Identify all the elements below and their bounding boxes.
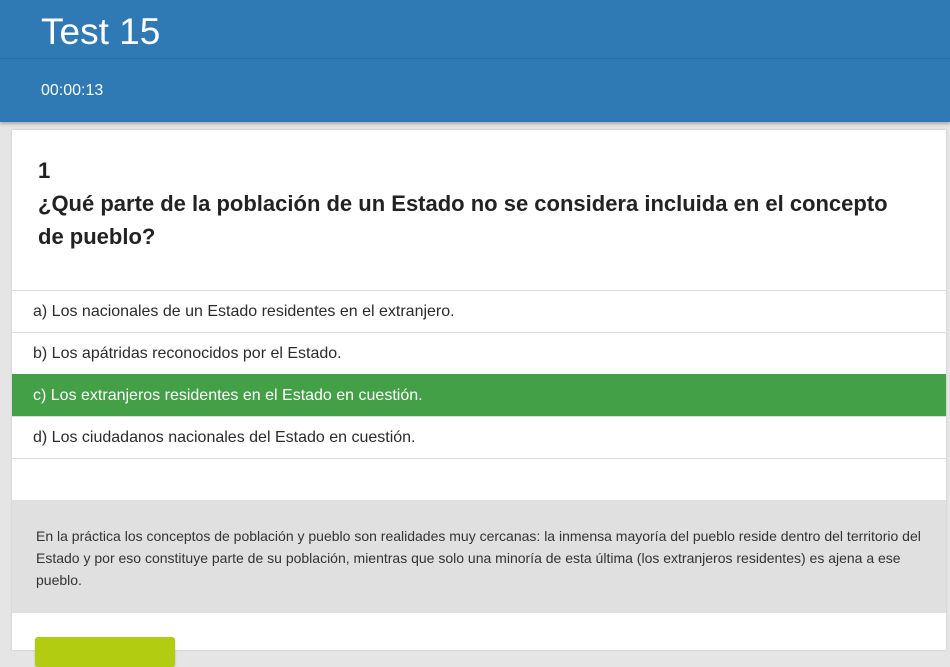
question-number: 1 <box>38 158 51 183</box>
answer-option-c[interactable]: c) Los extranjeros residentes en el Esta… <box>12 374 946 416</box>
answer-option-d[interactable]: d) Los ciudadanos nacionales del Estado … <box>12 416 946 459</box>
answer-option-b[interactable]: b) Los apátridas reconocidos por el Esta… <box>12 332 946 374</box>
header-divider <box>0 58 950 59</box>
timer: 00:00:13 <box>41 82 104 99</box>
test-title: Test 15 <box>41 11 161 52</box>
explanation-panel: En la práctica los conceptos de població… <box>12 500 946 613</box>
header-bar: Test 15 00:00:13 <box>0 0 950 122</box>
answer-list: a) Los nacionales de un Estado residente… <box>12 290 946 459</box>
next-button[interactable] <box>35 637 175 667</box>
question-text: ¿Qué parte de la población de un Estado … <box>38 191 888 249</box>
answer-option-a[interactable]: a) Los nacionales de un Estado residente… <box>12 290 946 332</box>
question-card: 1 ¿Qué parte de la población de un Estad… <box>12 130 946 667</box>
